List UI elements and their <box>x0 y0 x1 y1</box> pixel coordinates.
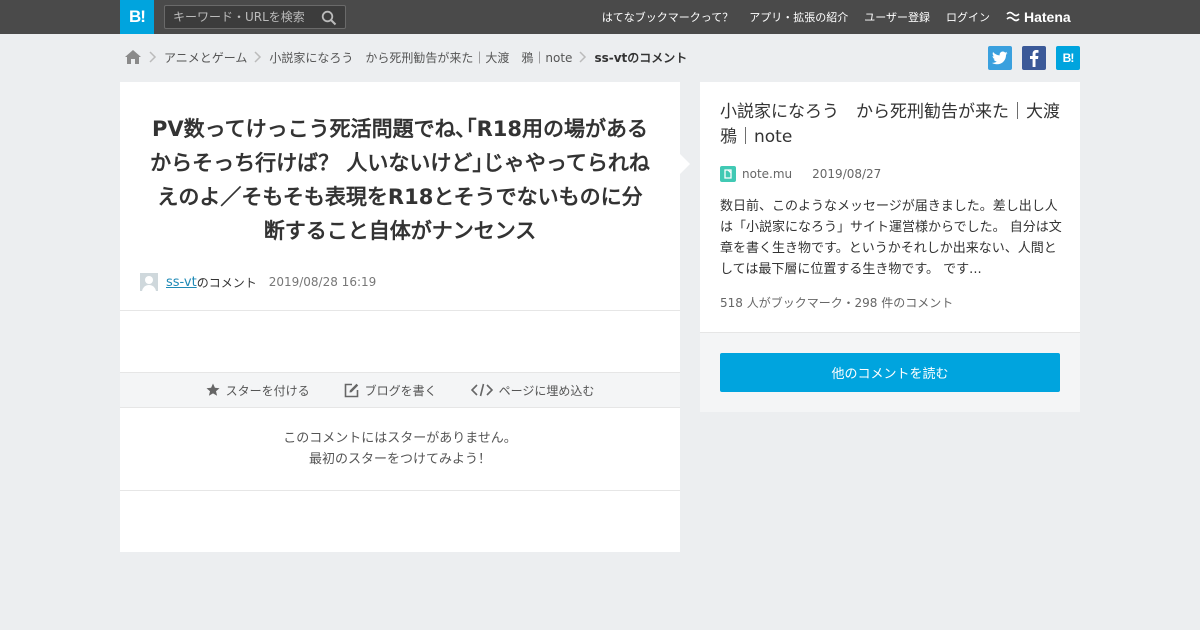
share-twitter-button[interactable] <box>988 46 1012 70</box>
nav-apps[interactable]: アプリ・拡張の紹介 <box>749 9 848 25</box>
no-star-line-1: このコメントにはスターがありません。 <box>283 431 517 446</box>
entry-stats[interactable]: 518 人がブックマーク・298 件のコメント <box>720 294 953 311</box>
star-icon <box>206 383 220 396</box>
avatar[interactable] <box>140 273 158 291</box>
hatena-mark-icon <box>1006 11 1020 22</box>
hatena-brand-link[interactable]: Hatena <box>1006 8 1071 26</box>
divider <box>120 310 680 311</box>
add-star-label: スターを付ける <box>225 383 310 398</box>
comment-timestamp[interactable]: 2019/08/28 16:19 <box>269 275 377 289</box>
no-star-message: このコメントにはスターがありません。 最初のスターをつけてみよう！ <box>120 428 680 470</box>
share-facebook-button[interactable] <box>1022 46 1046 70</box>
username-link[interactable]: ss-vt <box>166 275 197 290</box>
search-input[interactable] <box>165 6 315 28</box>
card-pointer <box>680 154 690 174</box>
entry-meta: note.mu 2019/08/27 <box>720 166 881 182</box>
home-icon[interactable] <box>124 49 142 65</box>
nav-login[interactable]: ログイン <box>946 9 990 25</box>
edit-icon <box>344 383 358 397</box>
chevron-right-icon <box>142 46 164 68</box>
nav-about[interactable]: はてなブックマークって？ <box>602 9 733 25</box>
comment-text: PV数ってけっこう死活問題でね､｢R18用の場があるからそっち行けば？ 人いない… <box>150 117 650 243</box>
hatena-brand-text: Hatena <box>1024 9 1071 25</box>
no-star-line-2: 最初のスターをつけてみよう！ <box>308 452 491 467</box>
entry-date: 2019/08/27 <box>812 167 882 181</box>
comment-actions: スターを付ける ブログを書く ページに埋め込む <box>120 372 680 408</box>
read-other-comments-button[interactable]: 他のコメントを読む <box>720 353 1060 392</box>
entry-summary: 数日前、このようなメッセージが届きました。差し出し人は「小説家になろう」サイト運… <box>720 199 1062 277</box>
search-box <box>164 5 346 29</box>
divider <box>120 490 680 491</box>
comment-card: PV数ってけっこう死活問題でね､｢R18用の場があるからそっち行けば？ 人いない… <box>120 82 680 552</box>
embed-button[interactable]: ページに埋め込む <box>470 382 595 399</box>
search-icon[interactable] <box>321 10 337 26</box>
hatena-bookmark-logo[interactable]: B! <box>120 0 154 34</box>
entry-title-link[interactable]: 小説家になろう から死刑勧告が来た｜大渡 鴉｜note <box>720 100 1077 150</box>
entry-card-footer: 他のコメントを読む <box>700 332 1080 412</box>
embed-label: ページに埋め込む <box>498 383 595 398</box>
entry-domain-link[interactable]: note.mu <box>742 167 792 181</box>
breadcrumb: アニメとゲーム 小説家になろう から死刑勧告が来た｜大渡 鴉｜note ss-v… <box>124 46 687 68</box>
chevron-right-icon <box>247 46 269 68</box>
write-blog-button[interactable]: ブログを書く <box>344 382 437 399</box>
breadcrumb-entry[interactable]: 小説家になろう から死刑勧告が来た｜大渡 鴉｜note <box>269 49 572 66</box>
top-nav: はてなブックマークって？ アプリ・拡張の紹介 ユーザー登録 ログイン <box>602 0 990 34</box>
note-favicon-icon <box>720 166 736 182</box>
chevron-right-icon <box>572 46 594 68</box>
twitter-bird-icon <box>992 51 1008 65</box>
comment-meta: ss-vt のコメント 2019/08/28 16:19 <box>140 272 376 292</box>
comment-suffix: のコメント <box>196 275 257 290</box>
breadcrumb-current: ss-vtのコメント <box>594 50 688 65</box>
entry-card: 小説家になろう から死刑勧告が来た｜大渡 鴉｜note note.mu 2019… <box>700 82 1080 412</box>
top-bar: B! はてなブックマークって？ アプリ・拡張の紹介 ユーザー登録 ログイン Ha… <box>0 0 1200 34</box>
nav-register[interactable]: ユーザー登録 <box>864 9 930 25</box>
write-blog-label: ブログを書く <box>364 383 437 398</box>
facebook-f-icon <box>1030 50 1039 67</box>
code-icon <box>470 383 493 397</box>
share-hatena-button[interactable]: B! <box>1056 46 1080 70</box>
add-star-button[interactable]: スターを付ける <box>206 382 310 399</box>
breadcrumb-category[interactable]: アニメとゲーム <box>164 49 247 66</box>
